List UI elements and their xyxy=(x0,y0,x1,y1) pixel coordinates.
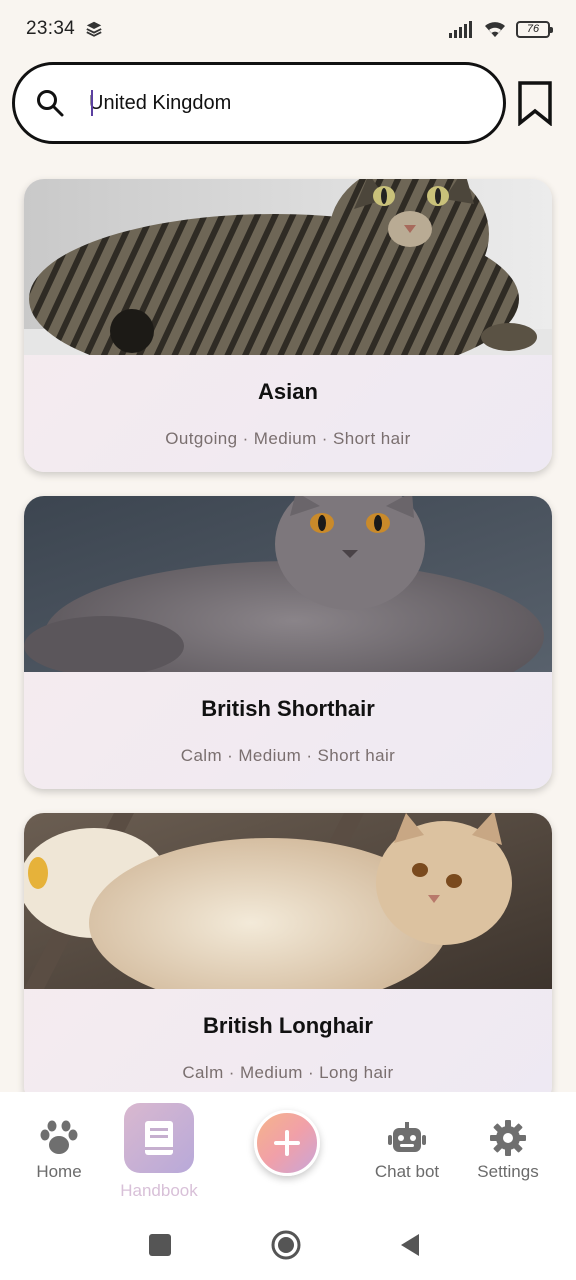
book-icon xyxy=(145,1121,173,1155)
breed-card-british-shorthair[interactable]: British Shorthair Calm · Medium · Short … xyxy=(24,496,552,789)
breed-traits: Calm · Medium · Long hair xyxy=(182,1063,394,1082)
signal-icon xyxy=(449,21,472,38)
breed-traits: Calm · Medium · Short hair xyxy=(180,746,396,765)
wifi-icon xyxy=(485,22,505,37)
status-bar: 23:34 76 xyxy=(0,0,576,58)
search-icon xyxy=(37,90,64,117)
nav-settings[interactable]: Settings xyxy=(470,1120,546,1182)
add-button[interactable] xyxy=(254,1110,320,1176)
recents-button[interactable] xyxy=(149,1234,171,1256)
home-button[interactable] xyxy=(271,1230,301,1260)
nav-home[interactable]: Home xyxy=(29,1120,89,1182)
breed-name: British Longhair xyxy=(203,1013,373,1038)
system-nav-bar xyxy=(0,1212,576,1280)
bottom-nav: Home Handbook Chat bot Settings xyxy=(0,1092,576,1212)
layers-icon xyxy=(86,21,102,37)
status-indicators: 76 xyxy=(448,19,553,39)
nav-handbook[interactable]: Handbook xyxy=(114,1103,204,1201)
nav-chatbot[interactable]: Chat bot xyxy=(366,1122,448,1182)
battery-icon: 76 xyxy=(516,20,553,38)
breed-info: Asian Outgoing · Medium · Short hair xyxy=(24,355,552,472)
back-button[interactable] xyxy=(399,1233,421,1257)
plus-icon xyxy=(274,1130,300,1156)
text-caret xyxy=(91,90,93,116)
breed-info: British Shorthair Calm · Medium · Short … xyxy=(24,672,552,789)
gear-icon xyxy=(490,1120,526,1156)
search-input[interactable] xyxy=(89,91,469,115)
paw-icon xyxy=(40,1120,78,1154)
search-bar[interactable] xyxy=(12,62,506,144)
nav-settings-label: Settings xyxy=(477,1162,539,1181)
breed-name: British Shorthair xyxy=(201,696,375,721)
breed-photo xyxy=(24,496,552,672)
nav-chatbot-label: Chat bot xyxy=(374,1162,440,1181)
breed-card-asian[interactable]: Asian Outgoing · Medium · Short hair xyxy=(24,179,552,472)
breed-name: Asian xyxy=(258,379,318,404)
nav-home-label: Home xyxy=(36,1162,82,1181)
breed-photo xyxy=(24,179,552,355)
breed-traits: Outgoing · Medium · Short hair xyxy=(165,429,411,448)
breed-info: British Longhair Calm · Medium · Long ha… xyxy=(24,989,552,1106)
breed-card-british-longhair[interactable]: British Longhair Calm · Medium · Long ha… xyxy=(24,813,552,1106)
handbook-active-indicator xyxy=(124,1103,194,1173)
battery-level: 76 xyxy=(526,23,540,35)
nav-handbook-label: Handbook xyxy=(120,1181,198,1200)
breed-photo xyxy=(24,813,552,989)
status-time: 23:34 xyxy=(26,18,76,39)
robot-icon xyxy=(388,1122,426,1152)
bookmark-icon[interactable] xyxy=(516,80,554,126)
